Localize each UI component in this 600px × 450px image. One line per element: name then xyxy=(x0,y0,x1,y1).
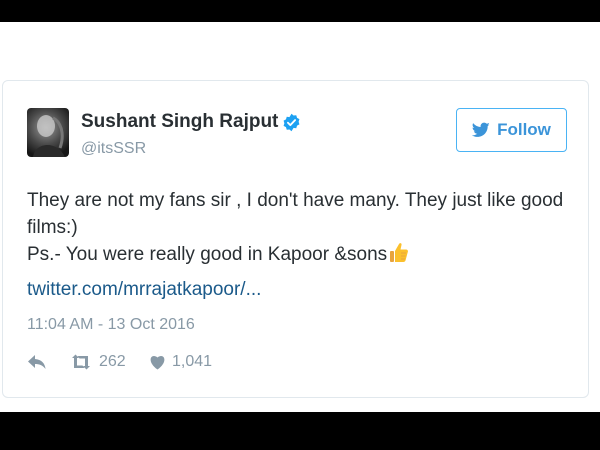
tweet-link[interactable]: twitter.com/mrrajatkapoor/... xyxy=(27,279,261,301)
tweet-text-line: They are not my fans sir , I don't have … xyxy=(27,190,564,211)
author-handle[interactable]: @itsSSR xyxy=(81,140,146,158)
author-name[interactable]: Sushant Singh Rajput xyxy=(81,111,278,133)
like-count: 1,041 xyxy=(172,353,213,370)
letterbox-bottom-bar xyxy=(0,412,600,450)
letterbox-top-bar xyxy=(0,0,600,22)
retweet-count: 262 xyxy=(99,353,126,370)
follow-label: Follow xyxy=(497,120,551,139)
retweet-icon xyxy=(72,354,90,370)
reply-button[interactable] xyxy=(27,351,47,373)
tweet-text-line: Ps.- You were really good in Kapoor &son… xyxy=(27,241,575,268)
follow-button[interactable]: Follow xyxy=(456,108,567,152)
avatar-photo xyxy=(33,115,65,157)
tweet-card: Sushant Singh Rajput @itsSSR Follow They… xyxy=(2,80,589,398)
tweet-actions: 262 1,041 xyxy=(27,351,327,373)
heart-icon xyxy=(150,356,165,370)
tweet-text-line: films:) xyxy=(27,217,78,238)
tweet-text-content: Ps.- You were really good in Kapoor &son… xyxy=(27,244,388,265)
avatar[interactable] xyxy=(27,108,69,157)
twitter-bird-icon xyxy=(472,122,490,138)
like-button[interactable]: 1,041 xyxy=(149,351,212,373)
reply-icon xyxy=(28,355,46,369)
verified-badge-icon xyxy=(282,113,301,132)
retweet-button[interactable]: 262 xyxy=(69,351,126,373)
tweet-timestamp[interactable]: 11:04 AM - 13 Oct 2016 xyxy=(27,316,195,334)
thumbs-up-emoji xyxy=(389,242,409,264)
tweet-text: They are not my fans sir , I don't have … xyxy=(27,187,575,268)
